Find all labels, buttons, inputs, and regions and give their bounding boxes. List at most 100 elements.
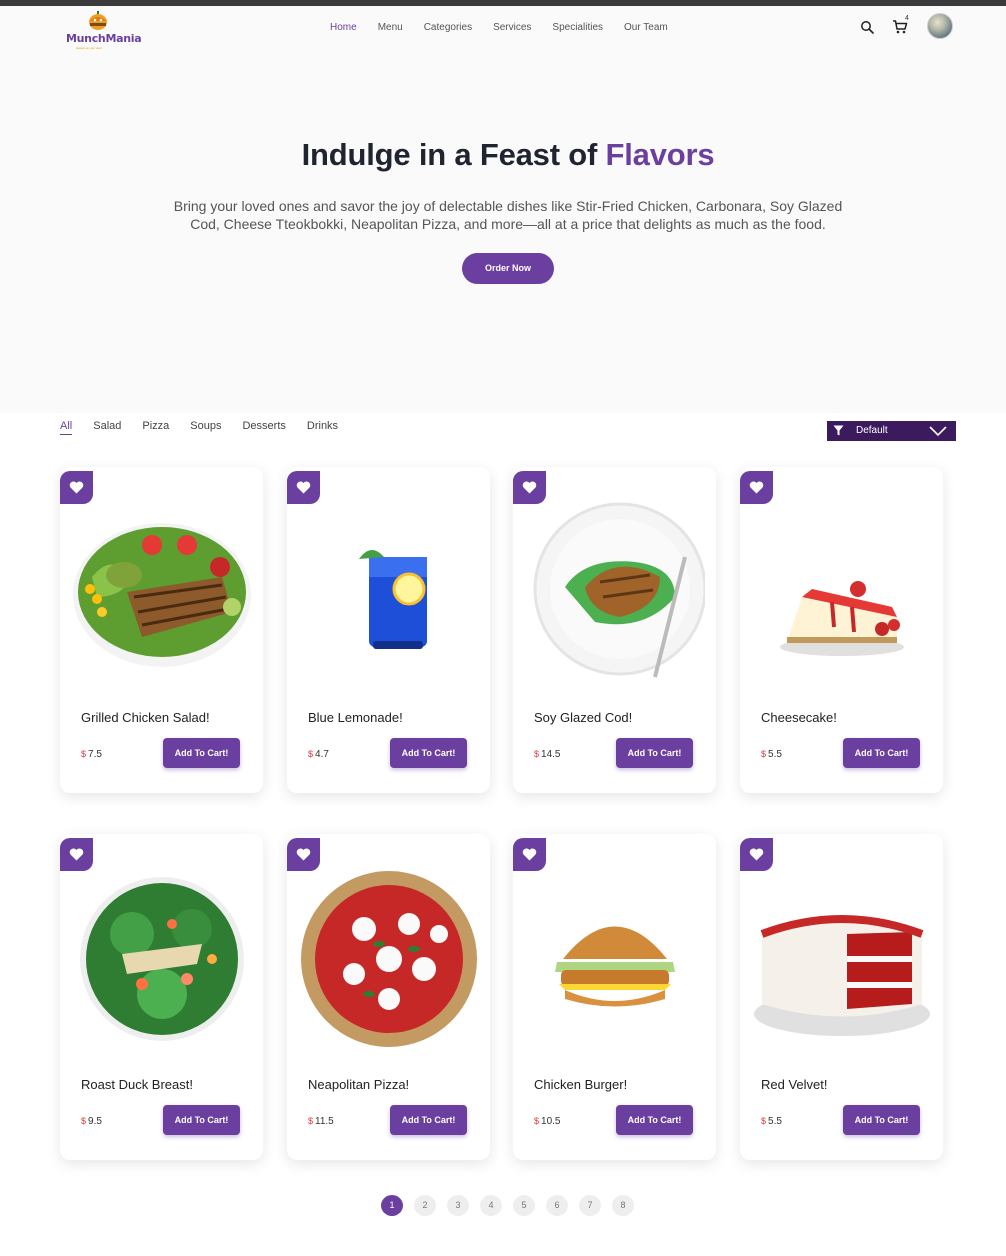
tab-drinks[interactable]: Drinks [307, 420, 338, 435]
product-name: Roast Duck Breast! [81, 1077, 193, 1092]
pizza-image [301, 871, 477, 1047]
burger-mascot-icon [89, 11, 107, 30]
burger-image [555, 926, 675, 1007]
nav-menu[interactable]: Menu [378, 22, 403, 33]
heart-icon [749, 848, 764, 861]
currency-symbol: $ [534, 749, 540, 759]
duck-salad-image [80, 877, 244, 1041]
add-to-cart-button[interactable]: Add To Cart! [163, 1105, 240, 1135]
add-to-cart-button[interactable]: Add To Cart! [390, 738, 467, 768]
brand-logo[interactable]: MunchMania always at your door [64, 10, 142, 50]
page-7[interactable]: 7 [579, 1195, 601, 1216]
nav-specialities[interactable]: Specialities [552, 22, 603, 33]
product-price: $4.7 [308, 749, 329, 760]
tab-salad[interactable]: Salad [93, 420, 121, 435]
cart-count-badge: 4 [905, 15, 909, 22]
blue-lemonade-image [359, 549, 427, 649]
product-image [525, 497, 707, 687]
tab-all[interactable]: All [60, 420, 73, 435]
add-to-cart-button[interactable]: Add To Cart! [163, 738, 240, 768]
page-4[interactable]: 4 [480, 1195, 502, 1216]
currency-symbol: $ [761, 749, 767, 759]
search-icon[interactable] [860, 20, 874, 34]
product-card: Red Velvet! $5.5 Add To Cart! [740, 834, 943, 1160]
product-image [299, 497, 479, 687]
product-card: Cheesecake! $5.5 Add To Cart! [740, 467, 943, 793]
add-to-cart-button[interactable]: Add To Cart! [843, 1105, 920, 1135]
currency-symbol: $ [81, 749, 87, 759]
product-name: Blue Lemonade! [308, 710, 403, 725]
price-value: 11.5 [315, 1116, 334, 1127]
main-nav: Home Menu Categories Services Specialiti… [330, 22, 689, 33]
page-3[interactable]: 3 [447, 1195, 469, 1216]
currency-symbol: $ [308, 1116, 314, 1126]
price-value: 4.7 [315, 749, 329, 760]
nav-services[interactable]: Services [493, 22, 531, 33]
product-price: $9.5 [81, 1116, 102, 1127]
product-name: Chicken Burger! [534, 1077, 628, 1092]
product-card: Neapolitan Pizza! $11.5 Add To Cart! [287, 834, 490, 1160]
product-image [525, 864, 705, 1054]
heart-icon [69, 481, 84, 494]
glazed-cod-image [533, 502, 707, 678]
product-image [72, 497, 252, 687]
product-card: Soy Glazed Cod! $14.5 Add To Cart! [513, 467, 716, 793]
heart-icon [749, 481, 764, 494]
price-value: 9.5 [88, 1116, 102, 1127]
add-to-cart-button[interactable]: Add To Cart! [616, 738, 693, 768]
hero-title-main: Indulge in a Feast of [301, 137, 606, 172]
product-name: Cheesecake! [761, 710, 837, 725]
tab-soups[interactable]: Soups [190, 420, 221, 435]
price-value: 14.5 [541, 749, 561, 760]
add-to-cart-button[interactable]: Add To Cart! [616, 1105, 693, 1135]
price-value: 7.5 [88, 749, 102, 760]
product-price: $7.5 [81, 749, 102, 760]
product-name: Soy Glazed Cod! [534, 710, 633, 725]
product-price: $5.5 [761, 1116, 782, 1127]
page-6[interactable]: 6 [546, 1195, 568, 1216]
product-image [299, 864, 479, 1054]
sort-selected-value: Default [856, 425, 888, 436]
page-2[interactable]: 2 [414, 1195, 436, 1216]
product-image [752, 864, 932, 1054]
chevron-down-icon [929, 426, 947, 437]
product-price: $10.5 [534, 1116, 560, 1127]
product-card: Blue Lemonade! $4.7 Add To Cart! [287, 467, 490, 793]
nav-our-team[interactable]: Our Team [624, 22, 668, 33]
product-price: $11.5 [308, 1116, 334, 1127]
product-name: Red Velvet! [761, 1077, 828, 1092]
product-price: $5.5 [761, 749, 782, 760]
page-1[interactable]: 1 [381, 1195, 403, 1216]
sort-dropdown[interactable]: Default [827, 421, 956, 441]
add-to-cart-button[interactable]: Add To Cart! [390, 1105, 467, 1135]
user-avatar[interactable] [927, 13, 953, 39]
category-tabs: All Salad Pizza Soups Desserts Drinks [60, 420, 359, 435]
heart-icon [522, 848, 537, 861]
product-card: Chicken Burger! $10.5 Add To Cart! [513, 834, 716, 1160]
price-value: 5.5 [768, 1116, 782, 1127]
heart-icon [296, 481, 311, 494]
product-image [752, 497, 932, 687]
nav-home[interactable]: Home [330, 22, 357, 33]
product-card: Grilled Chicken Salad! $7.5 Add To Cart! [60, 467, 263, 793]
currency-symbol: $ [308, 749, 314, 759]
nav-categories[interactable]: Categories [424, 22, 472, 33]
chicken-salad-image [73, 523, 251, 667]
heart-icon [69, 848, 84, 861]
tab-desserts[interactable]: Desserts [242, 420, 285, 435]
tab-pizza[interactable]: Pizza [142, 420, 169, 435]
hero-title: Indulge in a Feast of Flavors [0, 137, 1006, 173]
add-to-cart-button[interactable]: Add To Cart! [843, 738, 920, 768]
page-5[interactable]: 5 [513, 1195, 535, 1216]
product-image [72, 864, 252, 1054]
red-velvet-image [754, 915, 930, 1036]
currency-symbol: $ [81, 1116, 87, 1126]
product-card: Roast Duck Breast! $9.5 Add To Cart! [60, 834, 263, 1160]
pagination: 1 2 3 4 5 6 7 8 [381, 1195, 645, 1216]
currency-symbol: $ [761, 1116, 767, 1126]
brand-tagline: always at your door [76, 46, 103, 50]
product-name: Neapolitan Pizza! [308, 1077, 410, 1092]
page-8[interactable]: 8 [612, 1195, 634, 1216]
order-now-button[interactable]: Order Now [462, 253, 554, 284]
funnel-icon [833, 425, 844, 436]
